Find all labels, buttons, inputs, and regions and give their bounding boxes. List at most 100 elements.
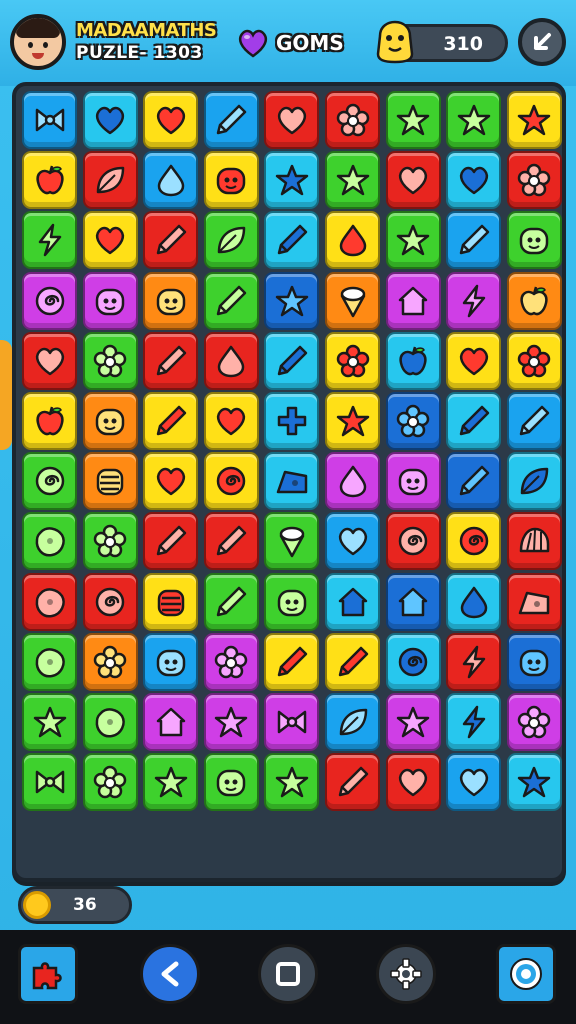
tile-red-flower[interactable] (506, 151, 562, 210)
target-button[interactable] (496, 944, 556, 1004)
tile-purple-star[interactable] (203, 693, 259, 751)
tile-blue-leaf[interactable] (325, 693, 380, 751)
home-button[interactable] (258, 944, 318, 1004)
tile-red-blob[interactable] (22, 572, 77, 631)
tile-red-pencil[interactable] (203, 512, 259, 571)
back-button[interactable] (518, 18, 566, 66)
tile-yellow-drop[interactable] (325, 211, 380, 270)
tile-orange-face[interactable] (82, 392, 138, 450)
settings-button[interactable] (376, 944, 436, 1004)
tile-purple-star[interactable] (385, 693, 441, 751)
tile-blue-pencil[interactable] (506, 392, 562, 450)
tile-yellow-pencil[interactable] (325, 632, 380, 691)
tile-red-pencil[interactable] (143, 211, 199, 270)
tile-cyan-apple[interactable] (385, 331, 441, 390)
tile-blue-heart[interactable] (325, 512, 380, 571)
tile-cyan-cross[interactable] (264, 392, 320, 450)
tile-yellow-swirl[interactable] (446, 512, 502, 571)
tile-green-bow[interactable] (22, 753, 77, 812)
tile-red-shell[interactable] (506, 512, 562, 571)
tile-blue-pencil[interactable] (446, 211, 502, 270)
tile-blue-drop[interactable] (143, 151, 199, 210)
tile-yellow-flower[interactable] (325, 331, 380, 390)
tile-blue-heart[interactable] (446, 753, 502, 812)
tile-red-cheese[interactable] (506, 572, 562, 631)
tile-red-pencil[interactable] (325, 753, 380, 812)
tile-cyan-swirl[interactable] (385, 632, 441, 691)
tile-green-star[interactable] (22, 693, 77, 751)
tile-yellow-flower[interactable] (506, 331, 562, 390)
tile-purple-flower[interactable] (506, 693, 562, 751)
tile-green-face[interactable] (506, 211, 562, 270)
tile-cyan-star[interactable] (506, 753, 562, 812)
tile-green-star[interactable] (325, 151, 380, 210)
tile-cyan-drop[interactable] (446, 572, 502, 631)
tile-cyan-pencil[interactable] (446, 392, 502, 450)
tile-green-face[interactable] (264, 572, 320, 631)
tile-green-star[interactable] (264, 753, 320, 812)
tile-purple-house[interactable] (143, 693, 199, 751)
tile-green-star[interactable] (446, 91, 502, 149)
tile-orange-flower[interactable] (82, 632, 138, 691)
tile-cyan-cheese[interactable] (264, 452, 320, 511)
tile-red-heart[interactable] (385, 753, 441, 812)
puzzle-button[interactable] (18, 944, 78, 1004)
tile-green-blob[interactable] (82, 693, 138, 751)
tile-yellow-heart[interactable] (203, 392, 259, 450)
tile-green-leaf[interactable] (203, 211, 259, 270)
tile-green-blob[interactable] (22, 632, 77, 691)
tile-navy-face[interactable] (506, 632, 562, 691)
tile-yellow-star[interactable] (506, 91, 562, 149)
tile-yellow-heart[interactable] (143, 452, 199, 511)
tile-cyan-pencil[interactable] (264, 211, 320, 270)
tile-green-flower[interactable] (82, 753, 138, 812)
tile-green-flower[interactable] (82, 331, 138, 390)
tile-purple-drop[interactable] (325, 452, 380, 511)
tile-green-star[interactable] (385, 91, 441, 149)
tile-green-cone[interactable] (264, 512, 320, 571)
tile-red-swirl[interactable] (385, 512, 441, 571)
tile-red-swirl[interactable] (82, 572, 138, 631)
tile-purple-face[interactable] (385, 452, 441, 511)
tile-cyan-leaf[interactable] (506, 452, 562, 511)
tile-yellow-apple[interactable] (22, 392, 77, 450)
tile-red-heart[interactable] (264, 91, 320, 149)
tile-cyan-pencil[interactable] (264, 331, 320, 390)
tile-yellow-face[interactable] (203, 151, 259, 210)
tile-red-heart[interactable] (385, 151, 441, 210)
tile-red-leaf[interactable] (82, 151, 138, 210)
tile-purple-house[interactable] (385, 271, 441, 330)
tile-orange-cone[interactable] (325, 271, 380, 330)
tile-yellow-apple[interactable] (22, 151, 77, 210)
tile-yellow-pencil[interactable] (264, 632, 320, 691)
tile-cyan-heart[interactable] (82, 91, 138, 149)
tile-navy-pencil[interactable] (446, 452, 502, 511)
tile-yellow-pencil[interactable] (143, 392, 199, 450)
tile-cyan-house[interactable] (325, 572, 380, 631)
tile-yellow-stripes[interactable] (143, 572, 199, 631)
tile-red-pencil[interactable] (143, 512, 199, 571)
tile-green-pencil[interactable] (203, 271, 259, 330)
tile-red-flower[interactable] (325, 91, 380, 149)
tile-purple-face[interactable] (82, 271, 138, 330)
tile-blue-face[interactable] (143, 632, 199, 691)
back-nav-button[interactable] (140, 944, 200, 1004)
tile-purple-bolt[interactable] (446, 271, 502, 330)
tile-green-star[interactable] (143, 753, 199, 812)
tile-navy-flower[interactable] (385, 392, 441, 450)
tile-yellow-heart[interactable] (82, 211, 138, 270)
tile-blue-pencil[interactable] (203, 91, 259, 149)
tile-purple-swirl[interactable] (22, 271, 77, 330)
tile-yellow-heart[interactable] (143, 91, 199, 149)
tile-cyan-heart[interactable] (446, 151, 502, 210)
tile-yellow-heart[interactable] (446, 331, 502, 390)
tile-cyan-star[interactable] (264, 151, 320, 210)
tile-yellow-swirl[interactable] (203, 452, 259, 511)
tile-navy-house[interactable] (385, 572, 441, 631)
tile-red-pencil[interactable] (143, 331, 199, 390)
tile-purple-flower[interactable] (203, 632, 259, 691)
tile-red-heart[interactable] (22, 331, 77, 390)
tile-orange-face[interactable] (143, 271, 199, 330)
tile-green-flower[interactable] (82, 512, 138, 571)
tile-red-bolt[interactable] (446, 632, 502, 691)
